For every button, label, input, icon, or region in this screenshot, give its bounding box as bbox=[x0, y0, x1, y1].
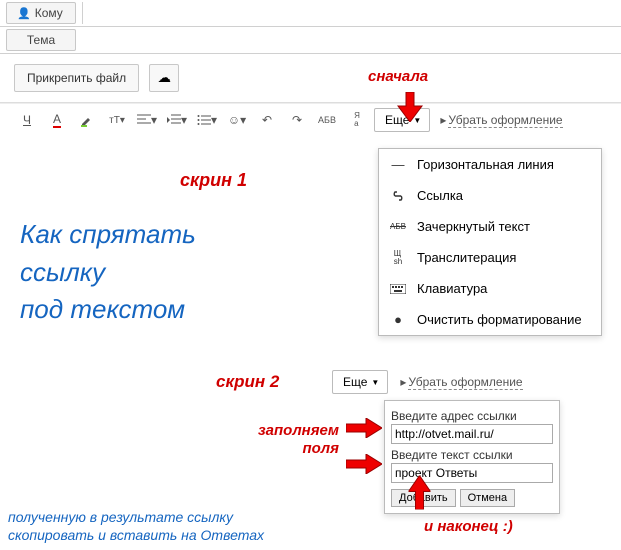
arrow-down-icon bbox=[396, 92, 424, 125]
indent-button[interactable]: ▾ bbox=[164, 108, 190, 132]
align-button[interactable]: ▾ bbox=[134, 108, 160, 132]
to-label-text: Кому bbox=[35, 6, 63, 20]
strike-small-button[interactable]: АБВ bbox=[314, 108, 340, 132]
underline-button[interactable]: Ч bbox=[14, 108, 40, 132]
dropdown-keyboard[interactable]: Клавиатура bbox=[379, 273, 601, 304]
text-color-button[interactable]: А bbox=[44, 108, 70, 132]
main-heading: Как спрятать ссылку под текстом bbox=[20, 216, 196, 329]
to-input[interactable] bbox=[82, 2, 615, 24]
hr-icon: — bbox=[389, 157, 407, 172]
caret-down-icon-2: ▼ bbox=[371, 378, 379, 387]
dropdown-translit[interactable]: Щsh Транслитерация bbox=[379, 242, 601, 273]
more-button-2[interactable]: Еще ▼ bbox=[332, 370, 388, 394]
cloud-attach-button[interactable]: ☁ bbox=[149, 64, 179, 92]
dropdown-link[interactable]: Ссылка bbox=[379, 180, 601, 211]
person-icon: 👤 bbox=[17, 7, 31, 20]
dropdown-clear-label: Очистить форматирование bbox=[417, 312, 582, 327]
dropdown-hr[interactable]: — Горизонтальная линия bbox=[379, 149, 601, 180]
keyboard-icon bbox=[389, 284, 407, 294]
screen1-label: скрин 1 bbox=[180, 170, 247, 191]
dropdown-strike[interactable]: АБВ Зачеркнутый текст bbox=[379, 211, 601, 242]
url-label: Введите адрес ссылки bbox=[391, 409, 553, 423]
bottom-note: полученную в результате ссылку скопирова… bbox=[8, 508, 264, 544]
link-icon bbox=[389, 191, 407, 201]
subject-row: Тема bbox=[0, 27, 621, 54]
screen2-area: Еще ▼ ▸ Убрать оформление Введите адрес … bbox=[332, 370, 592, 514]
attach-label: Прикрепить файл bbox=[27, 71, 126, 85]
highlight-button[interactable] bbox=[74, 108, 100, 132]
url-input[interactable] bbox=[391, 424, 553, 444]
attach-button[interactable]: Прикрепить файл bbox=[14, 64, 139, 92]
dropdown-clear[interactable]: ● Очистить форматирование bbox=[379, 304, 601, 335]
to-row: 👤 Кому bbox=[0, 0, 621, 27]
editor-toolbar: Ч А тТ▾ ▾ ▾ ▾ ☺▾ ↶ ↷ АБВ Яа Еще ▼ ▸ Убра… bbox=[0, 103, 621, 136]
font-size-button[interactable]: тТ▾ bbox=[104, 108, 130, 132]
clear-icon: ● bbox=[389, 312, 407, 327]
remove-fmt-text-2: Убрать оформление bbox=[408, 375, 522, 390]
screen2-label: скрин 2 bbox=[216, 372, 279, 392]
emoji-button[interactable]: ☺▾ bbox=[224, 108, 250, 132]
more-label-2: Еще bbox=[343, 375, 367, 389]
text-label: Введите текст ссылки bbox=[391, 448, 553, 462]
subject-input[interactable] bbox=[82, 29, 615, 51]
undo-button[interactable]: ↶ bbox=[254, 108, 280, 132]
annotation-first: сначала bbox=[368, 68, 428, 85]
subject-label-text: Тема bbox=[27, 33, 55, 47]
arrow-final-icon bbox=[409, 476, 434, 510]
remove-format-link[interactable]: ▸ Убрать оформление bbox=[440, 113, 562, 128]
dropdown-translit-label: Транслитерация bbox=[417, 250, 516, 265]
dropdown-keyboard-label: Клавиатура bbox=[417, 281, 487, 296]
remove-tri: ▸ bbox=[440, 113, 446, 127]
more-dropdown: — Горизонтальная линия Ссылка АБВ Зачерк… bbox=[378, 148, 602, 336]
arrow-fill2-icon bbox=[346, 454, 382, 477]
to-label: 👤 Кому bbox=[6, 2, 76, 24]
translit-icon: Щsh bbox=[389, 250, 407, 264]
remove-tri-2: ▸ bbox=[400, 375, 406, 389]
translit-small-button[interactable]: Яа bbox=[344, 108, 370, 132]
dropdown-hr-label: Горизонтальная линия bbox=[417, 157, 554, 172]
list-button[interactable]: ▾ bbox=[194, 108, 220, 132]
strike-icon: АБВ bbox=[389, 222, 407, 231]
redo-button[interactable]: ↷ bbox=[284, 108, 310, 132]
cloud-icon: ☁ bbox=[157, 70, 170, 86]
dropdown-strike-label: Зачеркнутый текст bbox=[417, 219, 530, 234]
remove-fmt-text: Убрать оформление bbox=[448, 113, 562, 128]
cancel-button[interactable]: Отмена bbox=[460, 489, 515, 507]
arrow-fill1-icon bbox=[346, 418, 382, 441]
dropdown-link-label: Ссылка bbox=[417, 188, 463, 203]
remove-format-link-2[interactable]: ▸ Убрать оформление bbox=[400, 375, 522, 390]
attach-row: Прикрепить файл ☁ bbox=[0, 54, 621, 102]
annotation-finally: и наконец :) bbox=[424, 518, 513, 535]
annotation-fill: заполняем поля bbox=[258, 422, 339, 458]
subject-label: Тема bbox=[6, 29, 76, 51]
